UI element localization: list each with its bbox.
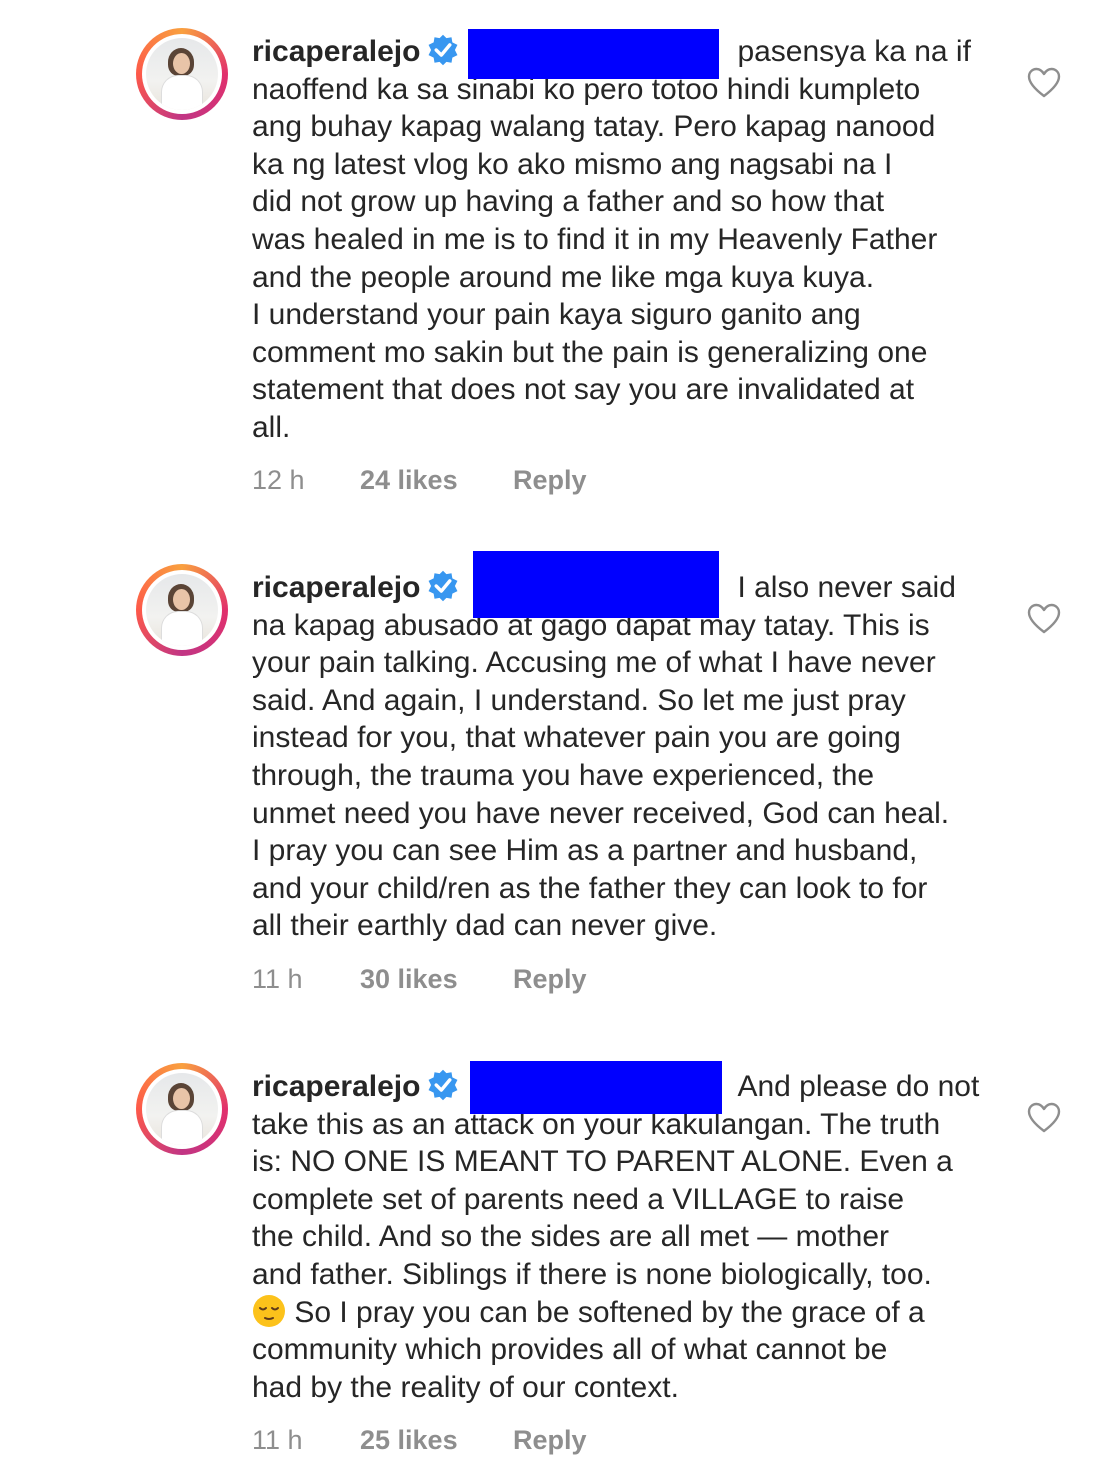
comment-body: naoffend ka sa sinabi ko pero totoo hind…	[252, 72, 938, 444]
comment-first-line: I also never said	[737, 571, 956, 604]
timestamp: 11 h	[252, 1425, 303, 1455]
heart-icon[interactable]	[1027, 1102, 1061, 1134]
heart-icon[interactable]	[1027, 603, 1061, 635]
redaction-box	[473, 551, 719, 618]
comment-text: ricaperalejo I also never said na kapag a…	[252, 569, 992, 945]
profile-photo	[146, 574, 218, 646]
likes-count[interactable]: 30 likes	[360, 964, 513, 995]
profile-photo	[146, 38, 218, 110]
verified-badge-icon	[428, 570, 458, 602]
username[interactable]: ricaperalejo	[252, 1070, 420, 1103]
likes-count[interactable]: 24 likes	[360, 465, 513, 496]
comment-text: ricaperalejo And please do not take this …	[252, 1068, 992, 1406]
verified-badge-icon	[428, 1069, 458, 1101]
comment-meta: 12 h 24 likes Reply	[252, 465, 587, 496]
username[interactable]: ricaperalejo	[252, 571, 420, 604]
reply-button[interactable]: Reply	[513, 465, 587, 496]
comment-body-part-1: take this as an attack on your kakulanga…	[252, 1107, 953, 1291]
avatar[interactable]	[136, 564, 228, 656]
comment-first-line: And please do not	[737, 1070, 980, 1103]
redaction-box	[470, 1061, 722, 1114]
relieved-face-emoji	[253, 1294, 285, 1327]
avatar[interactable]	[136, 28, 228, 120]
heart-icon[interactable]	[1027, 67, 1061, 99]
timestamp: 11 h	[252, 964, 303, 994]
redaction-box	[468, 29, 719, 79]
username[interactable]: ricaperalejo	[252, 35, 420, 68]
timestamp: 12 h	[252, 465, 305, 495]
comment-first-line: pasensya ka na if	[737, 35, 971, 68]
comment-body-part-2: So I pray you can be softened by the gra…	[252, 1295, 925, 1404]
comment-text: ricaperalejo pasensya ka na if naoffend k…	[252, 33, 992, 447]
comment-meta: 11 h 30 likes Reply	[252, 964, 587, 995]
likes-count[interactable]: 25 likes	[360, 1425, 513, 1456]
reply-button[interactable]: Reply	[513, 1425, 587, 1456]
comment-body: na kapag abusado at gago dapat may tatay…	[252, 608, 950, 943]
comment-meta: 11 h 25 likes Reply	[252, 1425, 587, 1456]
avatar[interactable]	[136, 1063, 228, 1155]
reply-button[interactable]: Reply	[513, 964, 587, 995]
verified-badge-icon	[428, 34, 458, 66]
profile-photo	[146, 1073, 218, 1145]
